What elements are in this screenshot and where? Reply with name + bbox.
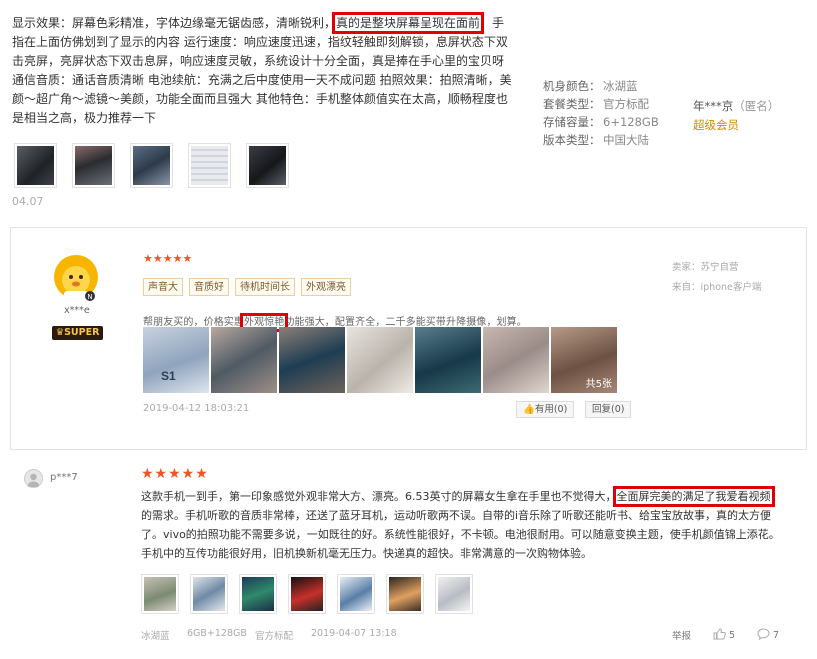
thumbs-up-icon xyxy=(713,628,726,643)
review-photo-thumb[interactable] xyxy=(190,574,228,614)
review2-rating-stars: ★★★★★ xyxy=(143,252,193,265)
review-photo-thumb[interactable] xyxy=(415,327,481,393)
spec-value: 中国大陆 xyxy=(603,133,649,147)
review-photo-thumb[interactable]: 共5张 xyxy=(551,327,617,393)
avatar-default-icon xyxy=(24,469,43,489)
review3-rating-stars: ★★★★★ xyxy=(141,466,209,482)
photo-count: 共5张 xyxy=(585,379,612,390)
comment-bubble-icon xyxy=(757,628,770,643)
review3-highlight: 全面屏完美的满足了我爱看视频 xyxy=(612,486,775,507)
spec-row-version: 版本类型： 中国大陆 xyxy=(543,131,659,149)
review3-text-part: 的需求。手机听歌的音质非常棒，还送了蓝牙耳机，运动听歌两不误。自带的i音乐除了听… xyxy=(141,509,780,560)
review1-specs: 机身颜色： 冰湖蓝 套餐类型： 官方标配 存储容量： 6+128GB 版本类型： 中国大… xyxy=(543,77,659,149)
review1-username[interactable]: 年***京（匿名） xyxy=(693,97,779,115)
review3-text: 这款手机一到手，第一印象感觉外观非常大方、漂亮。6.53英寸的屏幕女生拿在手里也… xyxy=(141,486,781,563)
review-photo-thumb[interactable] xyxy=(211,327,277,393)
source-info: 来自：iphone客户端 xyxy=(672,282,762,293)
spec-value: 官方标配 xyxy=(603,97,649,111)
review-photo-thumb[interactable] xyxy=(347,327,413,393)
review-photo-thumb[interactable] xyxy=(288,574,326,614)
review-photo-thumb[interactable] xyxy=(14,143,57,188)
anonymous-label: （匿名） xyxy=(733,99,780,113)
review-photo-thumb[interactable] xyxy=(386,574,424,614)
review-tag: 待机时间长 xyxy=(235,278,295,296)
review2-tags: 声音大 音质好 待机时间长 外观漂亮 xyxy=(143,278,351,296)
review3-storage: 6GB+128GB xyxy=(187,628,247,639)
like-button[interactable]: 5 xyxy=(713,628,735,643)
review-photo-thumb[interactable] xyxy=(141,574,179,614)
review-tag: 外观漂亮 xyxy=(301,278,351,296)
spec-value: 6+128GB xyxy=(603,115,659,129)
review1-text-part: ，手指在上面仿佛划到了显示的内容 运行速度：响应速度迅速，指纹轻触即刻解锁，息屏… xyxy=(12,16,512,125)
review-photo-thumb[interactable] xyxy=(279,327,345,393)
review-tag: 声音大 xyxy=(143,278,183,296)
review-photo-thumb[interactable] xyxy=(188,143,231,188)
review-photo-thumb[interactable] xyxy=(130,143,173,188)
review3-date: 2019-04-07 13:18 xyxy=(311,628,397,639)
spec-row-color: 机身颜色： 冰湖蓝 xyxy=(543,77,659,95)
crown-icon: ♛ xyxy=(55,327,65,338)
review-tag: 音质好 xyxy=(189,278,229,296)
review1-date: 04.07 xyxy=(12,195,44,208)
review-photo-thumb[interactable] xyxy=(246,143,289,188)
spec-value: 冰湖蓝 xyxy=(603,79,638,93)
avatar-lion-icon: N xyxy=(50,253,102,305)
review2-date: 2019-04-12 18:03:21 xyxy=(143,403,250,414)
review-photo-thumb[interactable]: S1 xyxy=(143,327,209,393)
review2-text: 帮朋友买的，价格实惠外观惊艳功能强大，配置齐全，二千多能买带升降摄像，划算。 xyxy=(143,313,527,332)
review1-text-part: 显示效果：屏幕色彩精准，字体边缘毫无锯齿感，清晰锐利， xyxy=(12,16,337,30)
spec-row-package: 套餐类型： 官方标配 xyxy=(543,95,659,113)
useful-label: 有用(0) xyxy=(534,404,568,415)
review3-text-part: 这款手机一到手，第一印象感觉外观非常大方、漂亮。6.53英寸的屏幕女生拿在手里也… xyxy=(141,490,617,503)
review1-photos xyxy=(14,143,289,188)
review-photo-thumb[interactable] xyxy=(435,574,473,614)
useful-button[interactable]: 👍有用(0) xyxy=(516,401,575,418)
comment-button[interactable]: 7 xyxy=(757,628,779,643)
review1-user: 年***京（匿名） 超级会员 xyxy=(693,97,779,134)
spec-row-storage: 存储容量： 6+128GB xyxy=(543,113,659,131)
review3-photos xyxy=(141,574,473,614)
review3-username[interactable]: p***7 xyxy=(50,472,78,483)
like-count: 5 xyxy=(729,630,736,641)
spec-label: 版本类型： xyxy=(543,133,601,147)
review2-photos: S1 共5张 xyxy=(143,327,617,393)
review-photo-thumb[interactable] xyxy=(72,143,115,188)
spec-label: 机身颜色： xyxy=(543,79,601,93)
spec-label: 套餐类型： xyxy=(543,97,601,111)
review3-package: 官方标配 xyxy=(255,631,294,642)
username-text: 年***京 xyxy=(693,99,734,113)
member-level: 超级会员 xyxy=(693,118,739,132)
svg-text:N: N xyxy=(87,293,92,301)
super-badge-label: SUPER xyxy=(64,327,100,338)
spec-label: 存储容量： xyxy=(543,115,601,129)
comment-count: 7 xyxy=(773,630,780,641)
reply-button[interactable]: 回复(0) xyxy=(585,401,632,418)
super-badge: ♛SUPER xyxy=(52,326,103,340)
report-link[interactable]: 举报 xyxy=(672,628,691,642)
review1-highlight: 真的是整块屏幕呈现在面前 xyxy=(332,12,485,34)
seller-info: 卖家：苏宁自营 xyxy=(672,262,739,273)
review-photo-thumb[interactable] xyxy=(483,327,549,393)
review-photo-thumb[interactable] xyxy=(337,574,375,614)
review2-username[interactable]: x***e xyxy=(64,305,90,316)
review1-text: 显示效果：屏幕色彩精准，字体边缘毫无锯齿感，清晰锐利，真的是整块屏幕呈现在面前，… xyxy=(12,12,514,128)
thumbs-up-icon: 👍 xyxy=(523,404,535,415)
review3-color: 冰湖蓝 xyxy=(141,631,170,642)
review2-meta: 卖家：苏宁自营 来自：iphone客户端 xyxy=(672,258,761,298)
review-photo-thumb[interactable] xyxy=(239,574,277,614)
